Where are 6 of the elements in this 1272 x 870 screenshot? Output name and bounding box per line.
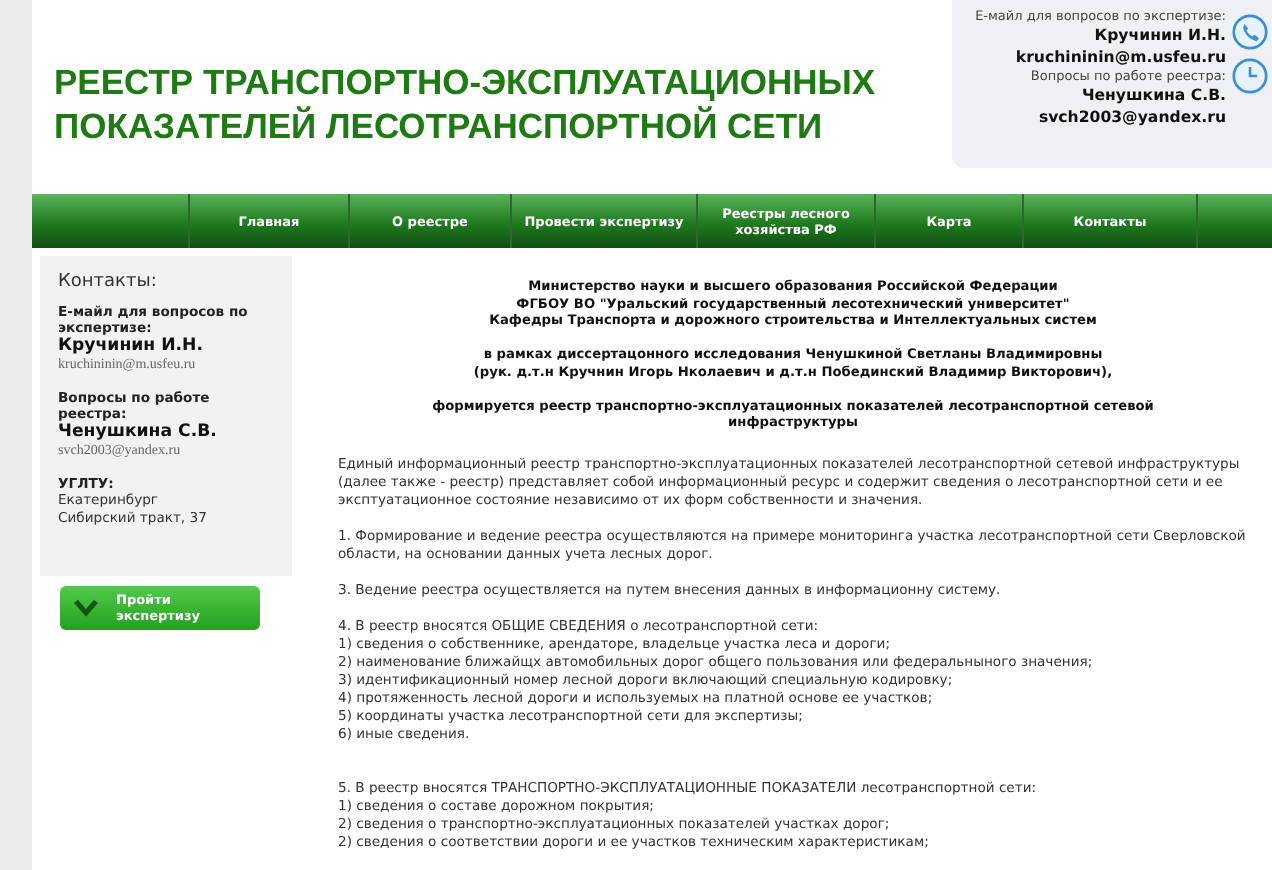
sidebar-heading: Контакты:	[58, 272, 159, 292]
contact-name: Ченушкина С.В.	[58, 422, 219, 442]
chevron-down-icon	[72, 598, 100, 618]
contact-name: Кручинин И.Н.	[58, 336, 206, 356]
site-title: ПОКАЗАТЕЛЕЙ ЛЕСОТРАНСПОРТНОЙ СЕТИ	[54, 104, 825, 148]
site-title: РЕЕСТР ТРАНСПОРТНО-ЭКСПЛУАТАЦИОННЫХ	[54, 60, 876, 104]
